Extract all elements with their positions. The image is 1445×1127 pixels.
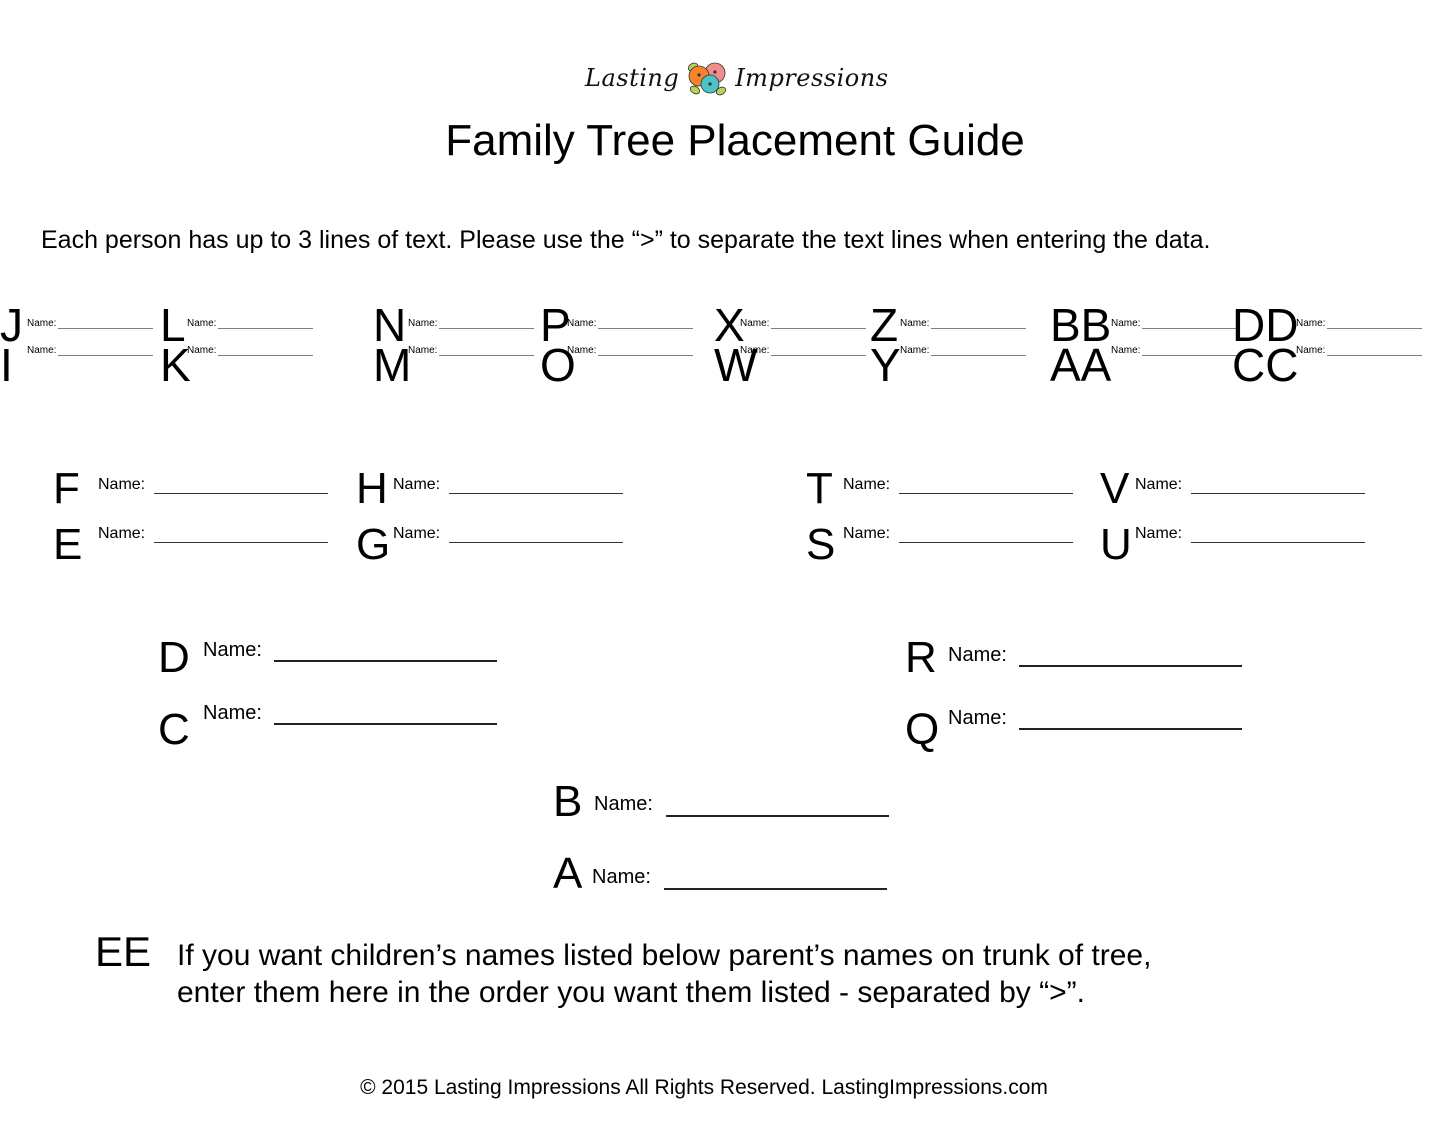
name-entry-line[interactable] [439, 355, 534, 356]
name-entry-line[interactable] [1019, 728, 1242, 730]
name-label: Name: [1111, 318, 1141, 329]
name-label: Name: [393, 476, 441, 493]
name-entry-line[interactable] [598, 355, 693, 356]
position-letter: U [1100, 520, 1132, 569]
name-label: Name: [203, 639, 262, 661]
name-entry-line[interactable] [218, 328, 313, 329]
position-letter: F [53, 464, 80, 513]
logo-text-right: Impressions [735, 63, 889, 92]
position-letter: S [806, 520, 836, 569]
name-label: Name: [187, 345, 217, 356]
position-letter: CC [1232, 339, 1299, 391]
name-entry-line[interactable] [439, 328, 534, 329]
name-entry-line[interactable] [274, 723, 497, 725]
name-entry-line[interactable] [1019, 665, 1242, 667]
name-entry-line[interactable] [449, 542, 623, 543]
name-entry-line[interactable] [58, 355, 153, 356]
position-letter: C [158, 705, 190, 754]
flower-cluster-icon [688, 62, 727, 95]
logo-text-left: Lasting [585, 63, 680, 92]
position-letter: AA [1050, 339, 1112, 391]
name-label: Name: [393, 525, 441, 542]
name-entry-line[interactable] [1142, 328, 1237, 329]
name-label: Name: [1135, 476, 1183, 493]
name-entry-line[interactable] [771, 328, 866, 329]
name-label: Name: [408, 345, 438, 356]
children-letter: EE [95, 928, 152, 975]
name-entry-line[interactable] [154, 542, 328, 543]
position-letter: G [356, 520, 391, 569]
instructions: Each person has up to 3 lines of text. P… [41, 226, 1211, 254]
name-entry-line[interactable] [1327, 355, 1422, 356]
name-label: Name: [1296, 345, 1326, 356]
position-letter: T [806, 464, 833, 513]
brand-logo: Lasting Impressions [585, 55, 889, 100]
position-letter: A [553, 849, 583, 898]
name-entry-line[interactable] [771, 355, 866, 356]
name-label: Name: [98, 476, 146, 493]
name-entry-line[interactable] [449, 493, 623, 494]
name-label: Name: [843, 525, 891, 542]
position-letter: M [373, 339, 412, 391]
name-label: Name: [187, 318, 217, 329]
name-label: Name: [900, 318, 930, 329]
children-instructions-line-2: enter them here in the order you want th… [177, 976, 1085, 1009]
name-entry-line[interactable] [1327, 328, 1422, 329]
position-letter: I [0, 339, 13, 391]
position-letter: D [158, 633, 190, 682]
name-label: Name: [592, 866, 651, 888]
position-letter: Q [905, 705, 940, 754]
name-entry-line[interactable] [58, 328, 153, 329]
position-letter: R [905, 633, 937, 682]
name-entry-line[interactable] [931, 355, 1026, 356]
name-label: Name: [27, 318, 57, 329]
name-label: Name: [1296, 318, 1326, 329]
name-label: Name: [408, 318, 438, 329]
name-label: Name: [948, 707, 1007, 729]
name-entry-line[interactable] [1191, 493, 1365, 494]
page-title: Family Tree Placement Guide [445, 116, 1025, 165]
name-entry-line[interactable] [1142, 355, 1237, 356]
position-letter: Y [870, 339, 901, 391]
name-label: Name: [740, 345, 770, 356]
name-entry-line[interactable] [899, 493, 1073, 494]
name-label: Name: [900, 345, 930, 356]
name-entry-line[interactable] [664, 888, 887, 890]
copyright-footer: © 2015 Lasting Impressions All Rights Re… [360, 1076, 1048, 1099]
position-letter: H [356, 464, 388, 513]
name-label: Name: [594, 793, 653, 815]
name-label: Name: [948, 644, 1007, 666]
name-entry-line[interactable] [1191, 542, 1365, 543]
name-label: Name: [1111, 345, 1141, 356]
name-entry-line[interactable] [666, 815, 889, 817]
name-entry-line[interactable] [899, 542, 1073, 543]
name-entry-line[interactable] [931, 328, 1026, 329]
name-label: Name: [203, 702, 262, 724]
position-letter: E [53, 520, 83, 569]
position-letter: B [553, 777, 583, 826]
name-entry-line[interactable] [218, 355, 313, 356]
name-label: Name: [843, 476, 891, 493]
name-label: Name: [567, 318, 597, 329]
name-label: Name: [1135, 525, 1183, 542]
name-label: Name: [27, 345, 57, 356]
name-label: Name: [98, 525, 146, 542]
children-instructions-line-1: If you want children’s names listed belo… [177, 939, 1152, 972]
children-instructions: If you want children’s names listed belo… [177, 937, 1151, 1011]
name-entry-line[interactable] [274, 660, 497, 662]
position-letter: V [1100, 464, 1130, 513]
name-entry-line[interactable] [154, 493, 328, 494]
name-label: Name: [740, 318, 770, 329]
name-label: Name: [567, 345, 597, 356]
name-entry-line[interactable] [598, 328, 693, 329]
